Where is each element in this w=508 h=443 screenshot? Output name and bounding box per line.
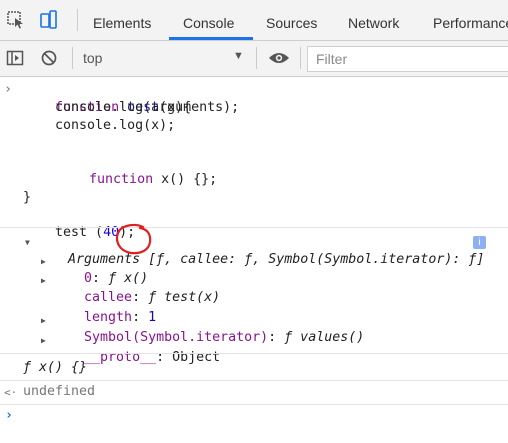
inspect-element-icon[interactable] xyxy=(6,10,26,33)
log-output-x[interactable]: ƒ x() {} xyxy=(23,359,87,377)
return-value: undefined xyxy=(23,384,96,399)
code-line-4: function x() {}; xyxy=(57,153,217,207)
tab-console[interactable]: Console xyxy=(183,0,234,40)
devtools-tabbar: Elements Console Sources Network Perform… xyxy=(0,0,508,41)
expand-triangle-icon[interactable]: ▶ xyxy=(41,257,46,266)
arguments-summary-first: ƒ, xyxy=(156,252,173,267)
toolbar-separator xyxy=(300,47,301,69)
property-value: ƒ values() xyxy=(284,330,365,345)
message-divider xyxy=(0,404,508,405)
tab-network[interactable]: Network xyxy=(348,0,399,40)
property-value: ƒ test(x) xyxy=(148,290,221,305)
result-arrow-icon: <· xyxy=(4,386,18,399)
toolbar-separator xyxy=(72,47,73,69)
tab-elements[interactable]: Elements xyxy=(93,0,151,40)
expand-triangle-icon[interactable]: ▼ xyxy=(25,238,30,247)
tab-performance[interactable]: Performance xyxy=(433,0,508,40)
message-divider xyxy=(0,353,508,354)
tab-sources[interactable]: Sources xyxy=(266,0,317,40)
context-selector[interactable]: top xyxy=(83,50,102,66)
code-line-2: console.log(arguments); xyxy=(23,100,240,115)
keyword: function xyxy=(89,172,154,187)
message-divider xyxy=(0,227,508,228)
code-text: x() {}; xyxy=(161,172,218,187)
message-divider xyxy=(0,380,508,381)
prompt-icon[interactable]: › xyxy=(5,407,13,425)
tab-separator xyxy=(77,9,78,31)
active-tab-indicator xyxy=(169,37,253,40)
device-toolbar-icon[interactable] xyxy=(38,10,58,33)
arguments-summary-rest: callee: ƒ, Symbol(Symbol.iterator): ƒ] xyxy=(172,252,485,267)
input-prompt-icon: › xyxy=(4,82,13,97)
expand-triangle-icon[interactable]: ▶ xyxy=(41,276,46,285)
console-toolbar: top ▼ Filter xyxy=(0,41,508,77)
filter-placeholder: Filter xyxy=(316,51,348,67)
clear-console-icon[interactable] xyxy=(40,49,58,70)
expand-triangle-icon[interactable]: ▶ xyxy=(41,336,46,345)
colon: : xyxy=(268,330,285,345)
chevron-down-icon[interactable]: ▼ xyxy=(233,50,244,62)
code-line-3: console.log(x); xyxy=(23,118,176,133)
info-icon[interactable]: i xyxy=(473,236,486,249)
filter-input[interactable]: Filter xyxy=(307,46,508,72)
expand-triangle-icon[interactable]: ▶ xyxy=(41,316,46,325)
console-output: › function test(x){ console.log(argument… xyxy=(0,77,508,443)
eye-icon[interactable] xyxy=(268,50,290,69)
sidebar-toggle-icon[interactable] xyxy=(6,49,24,70)
code-line-5: } xyxy=(23,190,32,205)
toolbar-separator xyxy=(256,47,257,69)
